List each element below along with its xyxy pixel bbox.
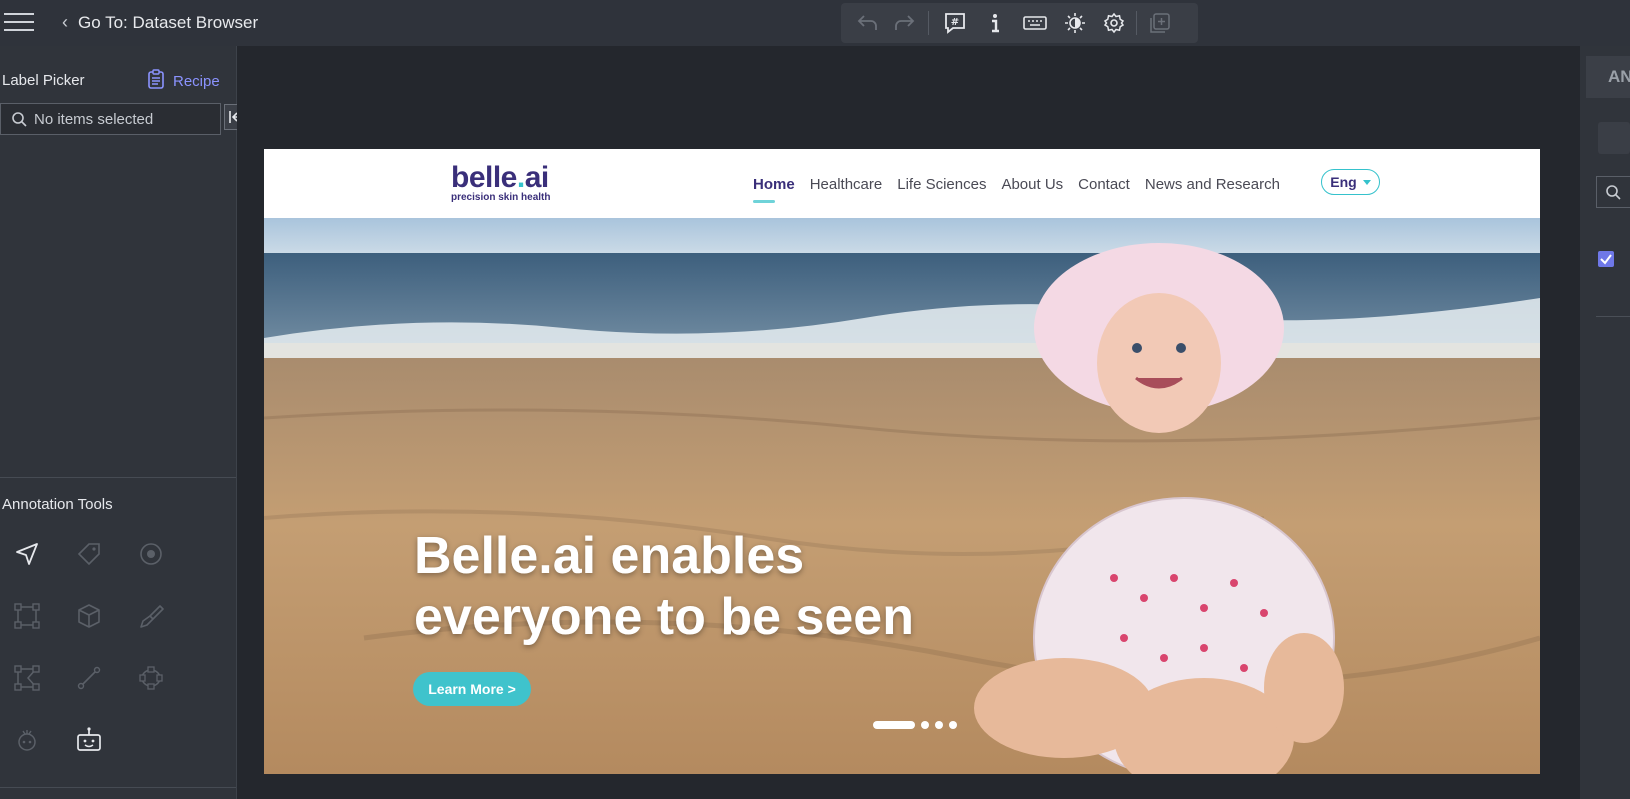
redo-icon[interactable] — [890, 9, 918, 37]
panel-divider — [1596, 316, 1630, 317]
toolbar-separator — [1136, 11, 1137, 35]
annotations-tab[interactable]: AN — [1586, 56, 1630, 98]
back-to-dataset-browser[interactable]: ‹ Go To: Dataset Browser — [62, 12, 258, 33]
pointer-tool-icon[interactable] — [11, 538, 43, 570]
label-picker-title: Label Picker — [2, 72, 85, 89]
annotation-tools-title: Annotation Tools — [2, 496, 113, 513]
annotations-search-input[interactable] — [1596, 176, 1630, 208]
site-nav-links: Home Healthcare Life Sciences About Us C… — [753, 176, 1295, 203]
nav-healthcare[interactable]: Healthcare — [810, 176, 883, 193]
carousel-indicators — [873, 721, 957, 729]
learn-more-button[interactable]: Learn More > — [413, 672, 531, 706]
recipe-label: Recipe — [173, 73, 220, 90]
tag-tool-icon[interactable] — [73, 538, 105, 570]
recipe-button[interactable]: Recipe — [147, 69, 220, 94]
site-logo[interactable]: belle.ai precision skin health — [451, 162, 551, 204]
bot-tool-icon[interactable] — [73, 724, 105, 756]
info-icon[interactable] — [981, 9, 1009, 37]
website-screenshot-image: belle.ai precision skin health Home Heal… — [264, 149, 1540, 774]
cube-tool-icon[interactable] — [73, 600, 105, 632]
menu-icon[interactable] — [4, 10, 34, 34]
point-tool-icon[interactable] — [135, 538, 167, 570]
top-bar: ‹ Go To: Dataset Browser # — [0, 0, 1630, 46]
back-label: Go To: Dataset Browser — [78, 12, 259, 32]
add-icon[interactable] — [1146, 9, 1174, 37]
ai-tool-icon[interactable] — [11, 724, 43, 756]
ellipse-tool-icon[interactable] — [135, 662, 167, 694]
carousel-dot[interactable] — [935, 721, 943, 729]
search-icon — [1606, 185, 1621, 200]
language-select[interactable]: Eng — [1321, 169, 1380, 195]
keyboard-icon[interactable] — [1021, 9, 1049, 37]
box-tool-icon[interactable] — [11, 600, 43, 632]
search-icon — [11, 111, 27, 132]
svg-text:#: # — [951, 17, 959, 28]
hashtag-icon[interactable]: # — [941, 9, 969, 37]
brush-tool-icon[interactable] — [135, 600, 167, 632]
nav-news-research[interactable]: News and Research — [1145, 176, 1280, 193]
language-value: Eng — [1330, 174, 1357, 190]
site-navbar: belle.ai precision skin health Home Heal… — [264, 149, 1540, 218]
annotation-toolbar: # — [841, 3, 1198, 43]
hero-banner: Belle.ai enables everyone to be seen Lea… — [264, 218, 1540, 774]
caret-down-icon — [1362, 179, 1371, 185]
carousel-dot-active[interactable] — [873, 721, 915, 729]
hero-headline: Belle.ai enables everyone to be seen — [414, 527, 914, 646]
carousel-dot[interactable] — [921, 721, 929, 729]
panel-divider — [0, 787, 236, 788]
nav-home[interactable]: Home — [753, 176, 795, 203]
nav-contact[interactable]: Contact — [1078, 176, 1130, 193]
label-search-input[interactable]: No items selected — [0, 103, 221, 135]
brightness-icon[interactable] — [1061, 9, 1089, 37]
select-all-checkbox[interactable] — [1598, 251, 1614, 267]
panel-divider — [0, 477, 236, 478]
right-panel: AN — [1580, 46, 1630, 799]
nav-about-us[interactable]: About Us — [1001, 176, 1063, 193]
carousel-dot[interactable] — [949, 721, 957, 729]
clipboard-icon — [147, 69, 165, 94]
nav-life-sciences[interactable]: Life Sciences — [897, 176, 986, 193]
left-panel: Label Picker Recipe No items selected An… — [0, 46, 250, 799]
search-placeholder: No items selected — [34, 111, 154, 128]
chevron-left-icon: ‹ — [62, 12, 68, 32]
undo-icon[interactable] — [854, 9, 882, 37]
check-icon — [1600, 254, 1612, 265]
toolbar-separator — [928, 11, 929, 35]
logo-tagline: precision skin health — [451, 192, 551, 203]
copy-icon[interactable] — [1598, 122, 1630, 154]
polygon-tool-icon[interactable] — [11, 662, 43, 694]
line-tool-icon[interactable] — [73, 662, 105, 694]
settings-icon[interactable] — [1100, 9, 1128, 37]
